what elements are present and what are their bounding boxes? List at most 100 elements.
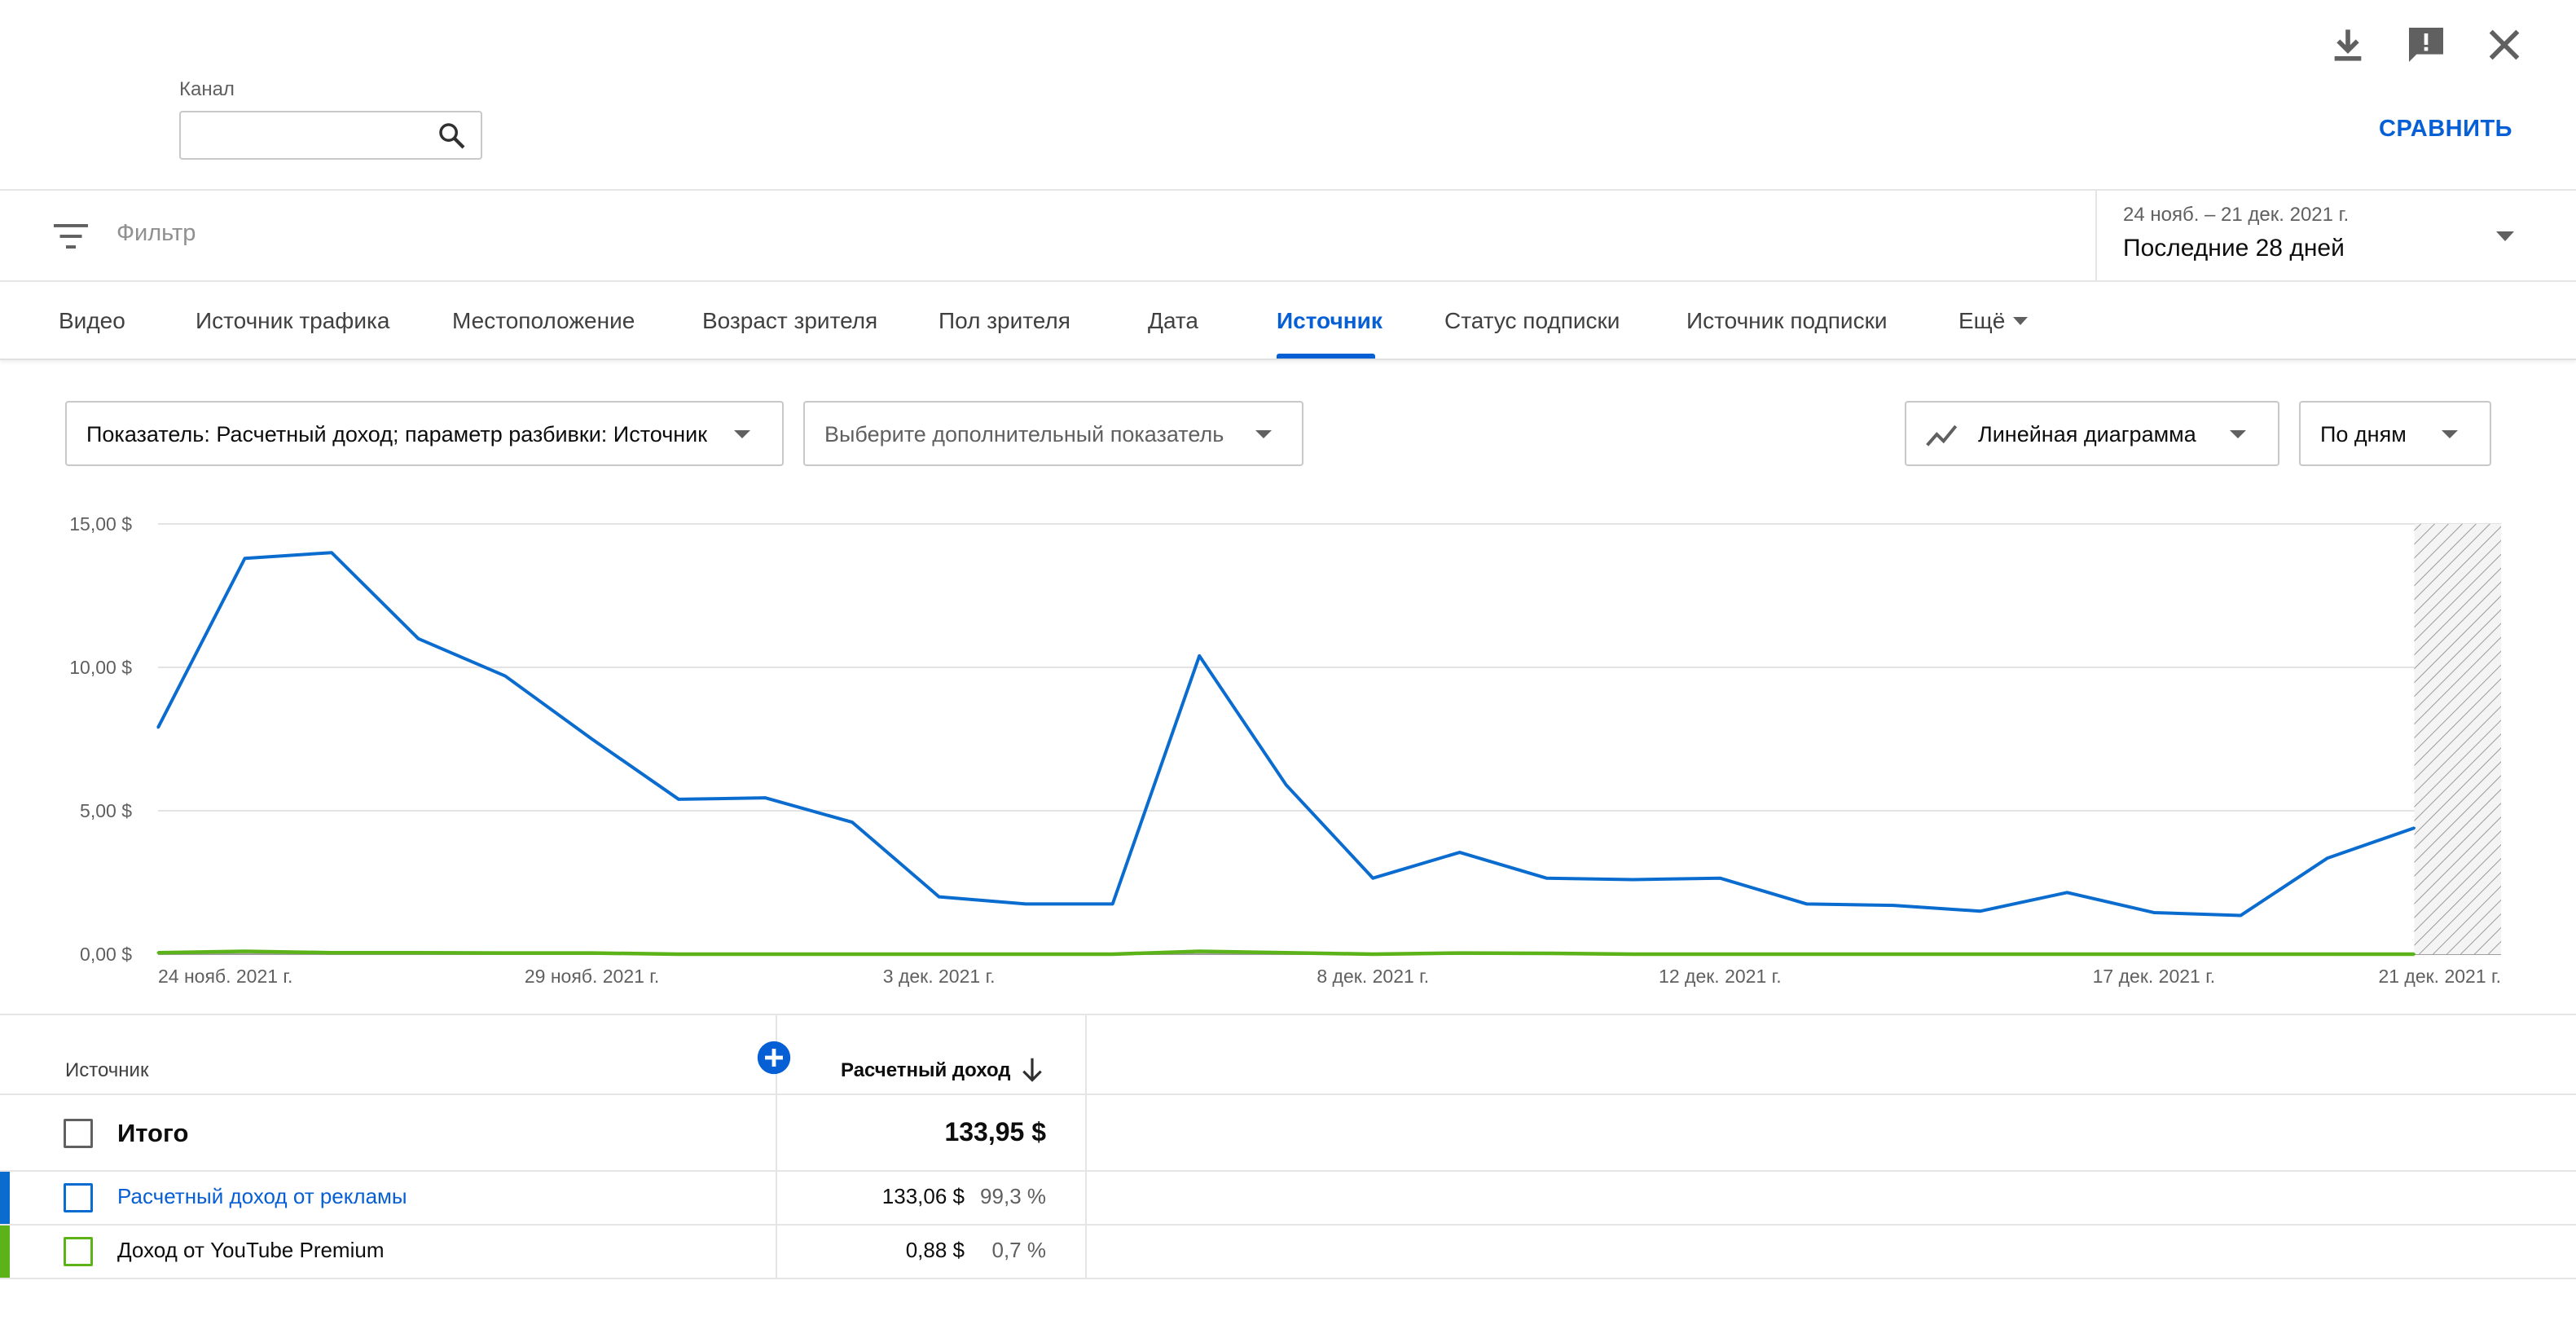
data-point (851, 821, 854, 824)
data-point (330, 551, 333, 554)
channel-label: Канал (179, 78, 235, 100)
metric-select-value: Показатель: Расчетный доход; параметр ра… (86, 422, 708, 447)
tab-viewer-gender[interactable]: Пол зрителя (939, 308, 1070, 334)
chart-type-select[interactable]: Линейная диаграмма (1905, 401, 2279, 466)
line-chart-icon (1926, 425, 1958, 447)
table-divider (0, 1014, 2576, 1015)
data-point (2152, 953, 2156, 956)
chevron-down-icon (2013, 317, 2028, 325)
series-color-ads (0, 1172, 10, 1224)
total-label: Итого (117, 1119, 189, 1147)
incomplete-data-area (2414, 524, 2501, 954)
row-label-ads[interactable]: Расчетный доход от рекламы (117, 1184, 407, 1209)
data-point (1198, 654, 1201, 658)
data-point (417, 637, 420, 640)
data-point (1892, 904, 1895, 907)
series-line-ads (156, 551, 2416, 918)
add-column-icon[interactable] (756, 1040, 792, 1076)
y-tick-label: 15,00 $ (69, 513, 132, 535)
data-point (1285, 951, 1288, 954)
tab-traffic-source[interactable]: Источник трафика (196, 308, 389, 334)
data-point (1632, 953, 1635, 956)
row-value-premium: 0,88 $ (905, 1238, 965, 1262)
x-tick-label: 17 дек. 2021 г. (2093, 966, 2216, 987)
row-checkbox-premium[interactable] (64, 1237, 93, 1266)
data-point (1979, 909, 1982, 913)
row-divider (0, 1170, 2576, 1172)
data-point (938, 896, 941, 899)
data-point (1458, 851, 1462, 854)
x-tick-label: 29 нояб. 2021 г. (525, 966, 659, 987)
data-point (156, 951, 160, 954)
data-point (764, 796, 767, 799)
compare-button[interactable]: СРАВНИТЬ (2379, 116, 2512, 143)
filter-input[interactable]: Фильтр (116, 220, 196, 247)
chevron-down-icon (2442, 430, 2458, 438)
data-point (1024, 953, 1027, 956)
data-point (2152, 911, 2156, 914)
tab-date[interactable]: Дата (1148, 308, 1198, 334)
extra-metric-select[interactable]: Выберите дополнительный показатель (803, 401, 1303, 466)
data-point (1545, 952, 1548, 955)
data-point (330, 951, 333, 954)
data-point (1979, 953, 1982, 956)
metric-select[interactable]: Показатель: Расчетный доход; параметр ра… (65, 401, 784, 466)
total-checkbox[interactable] (64, 1119, 93, 1148)
column-header-revenue[interactable]: Расчетный доход (841, 1059, 1011, 1082)
row-percent-ads: 99,3 % (980, 1184, 1046, 1208)
tab-subscription-status[interactable]: Статус подписки (1444, 308, 1620, 334)
row-divider (0, 1224, 2576, 1226)
data-point (1111, 902, 1114, 905)
extra-metric-select-value: Выберите дополнительный показатель (824, 422, 1224, 447)
data-point (1805, 953, 1809, 956)
row-divider (0, 1278, 2576, 1279)
filter-icon[interactable] (54, 223, 88, 249)
tab-video[interactable]: Видео (59, 308, 125, 334)
tab-source[interactable]: Источник (1277, 308, 1383, 334)
row-divider (0, 1094, 2576, 1095)
y-tick-label: 0,00 $ (80, 944, 132, 965)
data-point (851, 953, 854, 956)
chevron-down-icon[interactable] (2495, 230, 2516, 243)
data-point (244, 557, 247, 560)
data-point (244, 949, 247, 953)
download-icon[interactable] (2325, 22, 2371, 68)
tab-viewer-age[interactable]: Возраст зрителя (702, 308, 877, 334)
row-percent-premium: 0,7 % (991, 1238, 1047, 1262)
revenue-line-chart: 0,00 $ 5,00 $ 10,00 $ 15,00 $ 24 нояб. 2021… (69, 513, 2501, 987)
chevron-down-icon (2230, 430, 2246, 438)
feedback-icon[interactable] (2403, 22, 2449, 68)
tab-more[interactable]: Ещё (1958, 308, 2005, 334)
x-tick-label: 24 нояб. 2021 г. (158, 966, 292, 987)
chevron-down-icon (1255, 430, 1272, 438)
date-period-text: Последние 28 дней (2123, 235, 2345, 262)
granularity-select[interactable]: По дням (2299, 401, 2491, 466)
data-point (1111, 953, 1114, 956)
data-point (1371, 877, 1374, 880)
x-tick-label: 3 дек. 2021 г. (883, 966, 996, 987)
data-point (677, 798, 680, 801)
sort-arrow-down-icon[interactable] (1020, 1057, 1044, 1083)
chevron-down-icon (734, 430, 750, 438)
data-point (2326, 953, 2329, 956)
row-label-premium[interactable]: Доход от YouTube Premium (117, 1238, 385, 1263)
data-point (764, 953, 767, 956)
data-point (1371, 953, 1374, 956)
tab-location[interactable]: Местоположение (452, 308, 635, 334)
data-point (2412, 953, 2416, 956)
search-icon[interactable] (435, 119, 469, 153)
x-tick-label: 21 дек. 2021 г. (2378, 966, 2501, 987)
row-checkbox-ads[interactable] (64, 1183, 93, 1212)
tab-subscription-source[interactable]: Источник подписки (1686, 308, 1887, 334)
data-point (1892, 953, 1895, 956)
y-tick-label: 10,00 $ (69, 657, 132, 678)
data-point (503, 952, 507, 955)
date-range-text: 24 нояб. – 21 дек. 2021 г. (2123, 204, 2350, 226)
data-point (1805, 902, 1809, 905)
x-tick-label: 8 дек. 2021 г. (1317, 966, 1429, 987)
data-point (1285, 783, 1288, 786)
data-point (1024, 902, 1027, 905)
data-point (1545, 877, 1548, 880)
data-point (2065, 953, 2068, 956)
close-icon[interactable] (2481, 22, 2527, 68)
